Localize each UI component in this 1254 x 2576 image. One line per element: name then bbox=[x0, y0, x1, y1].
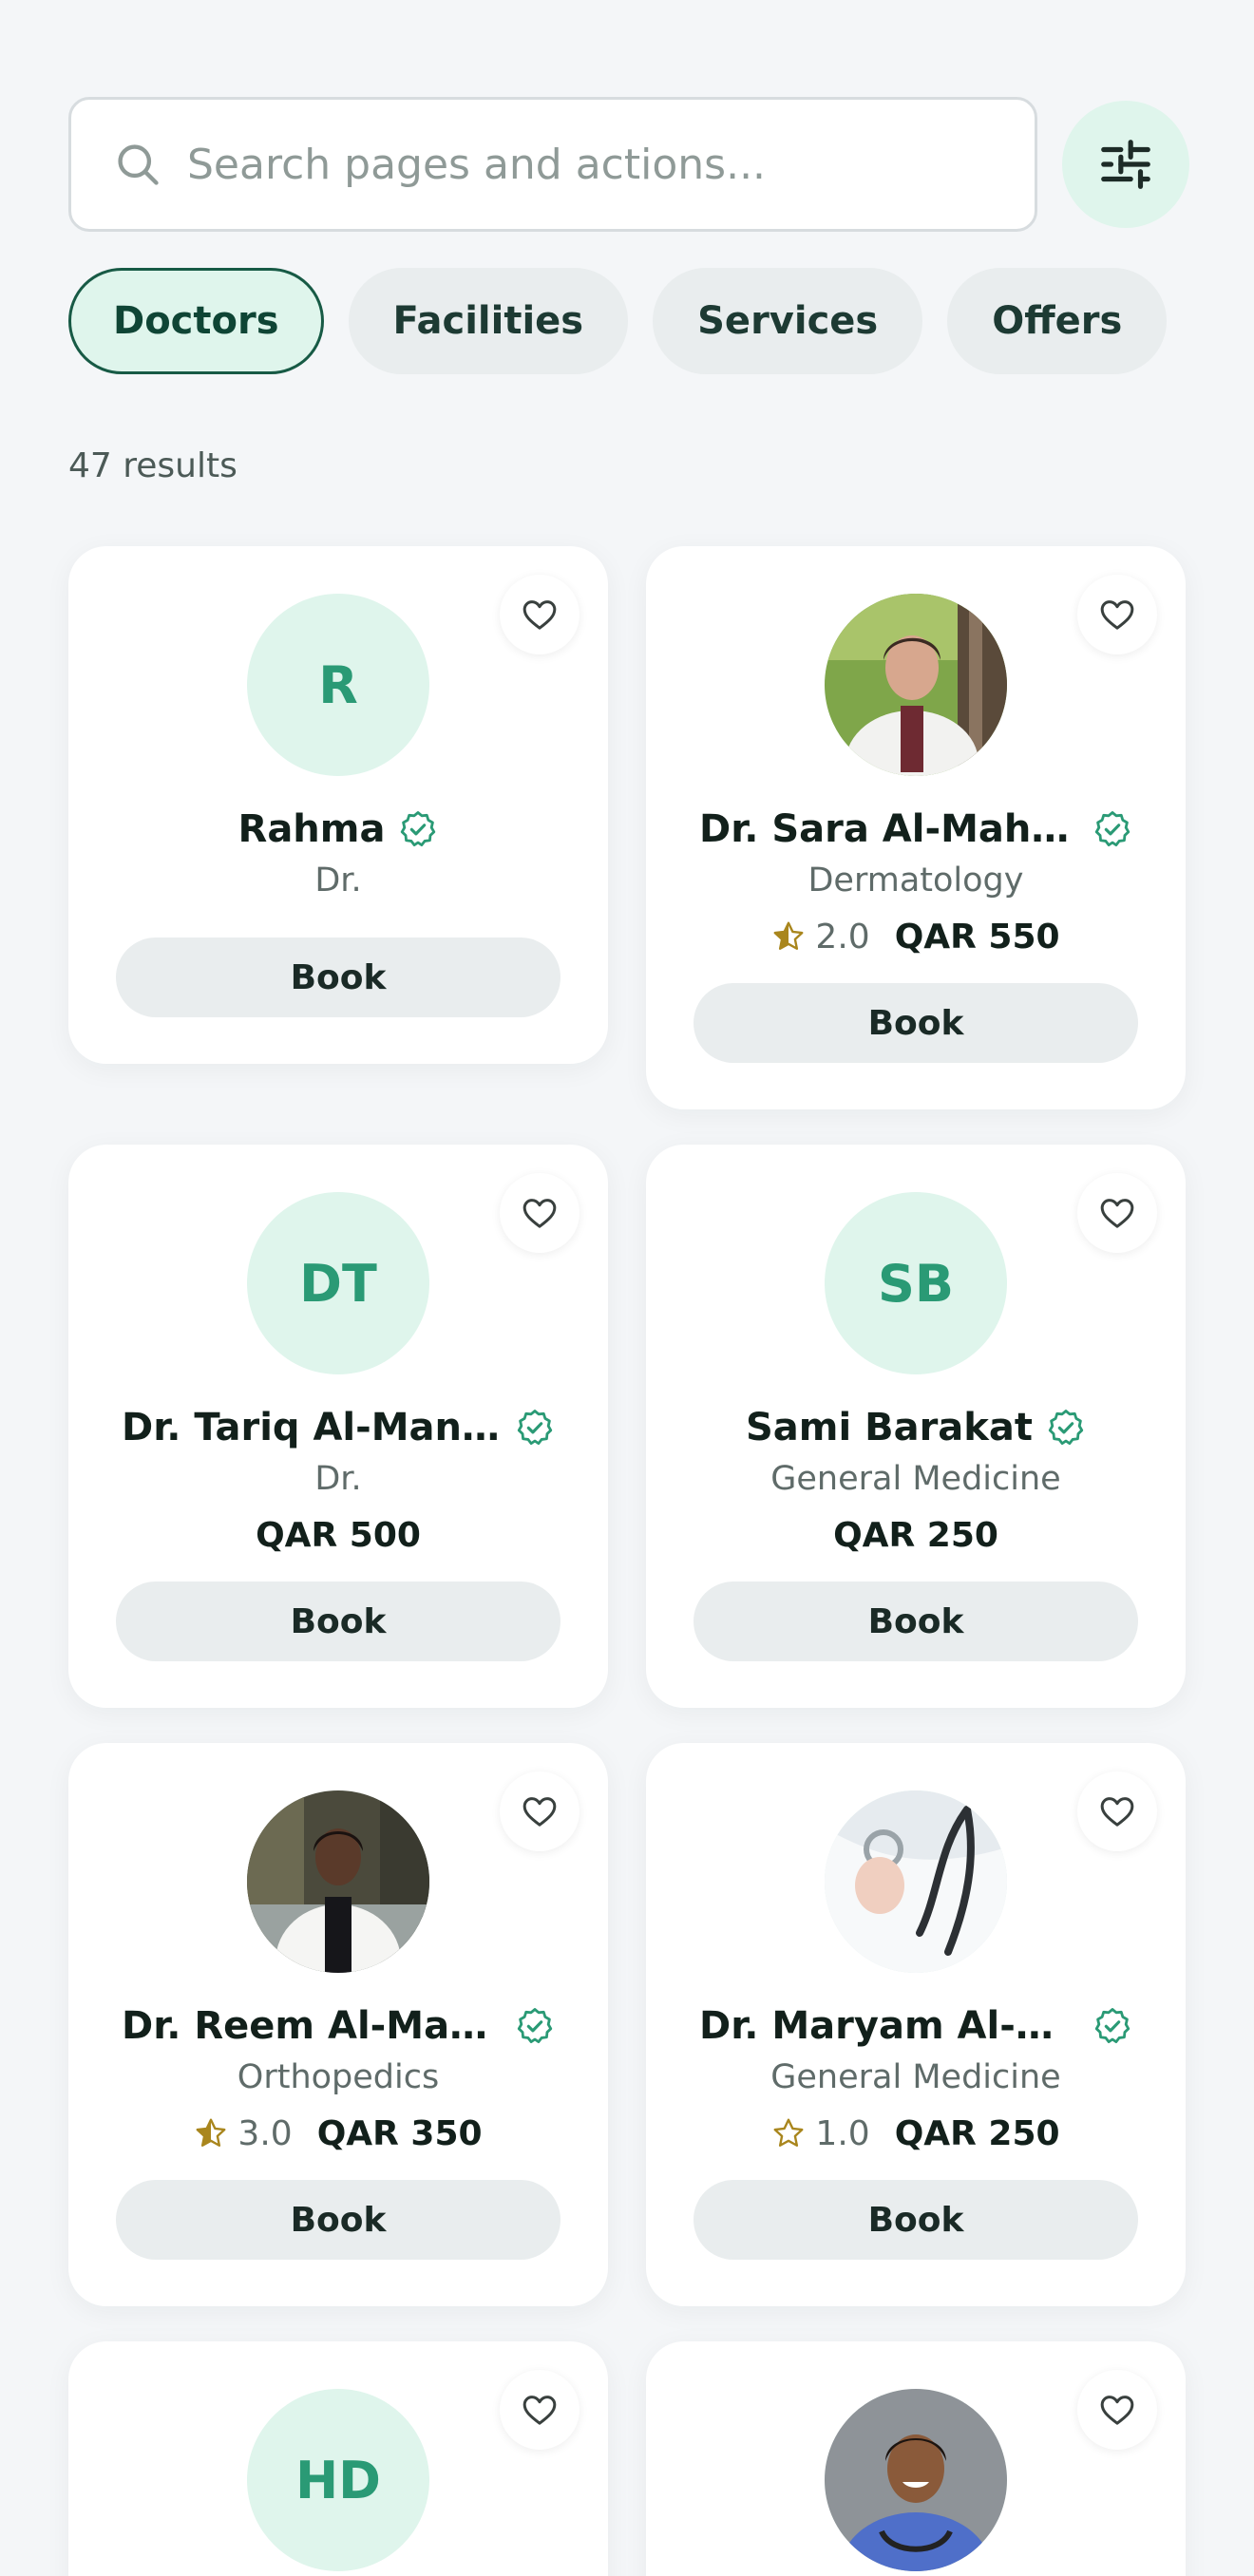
doctor-rating: 3.0 bbox=[238, 2113, 293, 2153]
doctor-card[interactable]: Dr. Sara Al-Mahm... Dermatology 2.0 QAR … bbox=[646, 546, 1186, 1109]
doctor-name: Rahma bbox=[238, 807, 386, 851]
doctor-photo bbox=[825, 594, 1007, 776]
search-icon bbox=[118, 144, 159, 185]
tab-offers[interactable]: Offers bbox=[947, 268, 1168, 374]
star-icon bbox=[196, 2118, 226, 2147]
verified-check-icon bbox=[517, 2008, 553, 2044]
tab-facilities[interactable]: Facilities bbox=[348, 268, 629, 374]
avatar-photo bbox=[825, 1790, 1007, 1973]
avatar: SB bbox=[825, 1192, 1007, 1374]
doctor-rating: 1.0 bbox=[815, 2113, 870, 2153]
doctor-card[interactable] bbox=[646, 2341, 1186, 2576]
verified-check-icon bbox=[1094, 811, 1130, 847]
sliders-icon bbox=[1101, 140, 1150, 189]
star-icon bbox=[773, 921, 804, 950]
top-bar bbox=[68, 97, 1189, 232]
avatar: R bbox=[247, 594, 429, 776]
filter-button[interactable] bbox=[1062, 101, 1189, 228]
doctor-name: Dr. Reem Al-Mannai bbox=[122, 2004, 502, 2048]
heart-icon bbox=[1100, 600, 1134, 630]
doctor-price: QAR 550 bbox=[894, 917, 1060, 957]
name-row: Dr. Tariq Al-Mans... bbox=[68, 1399, 608, 1456]
tab-services[interactable]: Services bbox=[653, 268, 923, 374]
category-tabs: Doctors Facilities Services Offers bbox=[68, 268, 1168, 374]
favorite-button[interactable] bbox=[500, 2370, 580, 2450]
name-row: Rahma bbox=[68, 801, 608, 858]
doctor-price: QAR 250 bbox=[894, 2113, 1060, 2153]
doctor-card[interactable]: Dr. Maryam Al-Att... General Medicine 1.… bbox=[646, 1743, 1186, 2306]
heart-icon bbox=[1100, 2396, 1134, 2425]
heart-icon bbox=[1100, 1797, 1134, 1827]
doctor-name: Dr. Maryam Al-Att... bbox=[699, 2004, 1079, 2048]
doctor-photo bbox=[825, 2389, 1007, 2571]
name-row: Dr. Reem Al-Mannai bbox=[68, 1998, 608, 2055]
favorite-button[interactable] bbox=[1077, 2370, 1157, 2450]
doctor-specialty: Orthopedics bbox=[237, 2058, 440, 2096]
doctor-specialty: Dermatology bbox=[808, 862, 1024, 900]
doctor-specialty: General Medicine bbox=[770, 2058, 1061, 2096]
book-button[interactable]: Book bbox=[694, 1582, 1138, 1661]
doctor-specialty: Dr. bbox=[314, 862, 362, 900]
doctor-specialty: Dr. bbox=[314, 1460, 362, 1498]
doctor-photo bbox=[247, 1790, 429, 1973]
heart-icon bbox=[522, 600, 557, 630]
favorite-button[interactable] bbox=[1077, 1771, 1157, 1851]
doctor-price: QAR 350 bbox=[316, 2113, 483, 2153]
book-button[interactable]: Book bbox=[116, 1582, 560, 1661]
avatar: HD bbox=[247, 2389, 429, 2571]
book-button[interactable]: Book bbox=[116, 938, 560, 1017]
tab-doctors[interactable]: Doctors bbox=[68, 268, 324, 374]
doctor-name: Dr. Tariq Al-Mans... bbox=[122, 1406, 502, 1449]
favorite-button[interactable] bbox=[1077, 575, 1157, 654]
avatar-photo bbox=[247, 1790, 429, 1973]
book-button[interactable]: Book bbox=[116, 2180, 560, 2260]
name-row: Sami Barakat bbox=[646, 1399, 1186, 1456]
verified-check-icon bbox=[401, 811, 436, 847]
doctor-card[interactable]: R Rahma Dr. Book bbox=[68, 546, 608, 1064]
heart-icon bbox=[522, 1199, 557, 1228]
doctor-name: Sami Barakat bbox=[745, 1406, 1034, 1449]
doctor-meta: 3.0 QAR 350 bbox=[68, 2110, 608, 2157]
book-button[interactable]: Book bbox=[694, 2180, 1138, 2260]
heart-icon bbox=[522, 1797, 557, 1827]
results-count: 47 results bbox=[68, 446, 238, 485]
doctor-photo bbox=[825, 1790, 1007, 1973]
book-button[interactable]: Book bbox=[694, 983, 1138, 1063]
star-icon bbox=[773, 2118, 804, 2147]
search-input[interactable] bbox=[187, 140, 1004, 189]
doctor-card[interactable]: DT Dr. Tariq Al-Mans... Dr. QAR 500 Book bbox=[68, 1145, 608, 1708]
doctor-card[interactable]: Dr. Reem Al-Mannai Orthopedics 3.0 QAR 3… bbox=[68, 1743, 608, 2306]
verified-check-icon bbox=[517, 1410, 553, 1446]
favorite-button[interactable] bbox=[500, 575, 580, 654]
name-row: Dr. Maryam Al-Att... bbox=[646, 1998, 1186, 2055]
doctor-price: QAR 250 bbox=[833, 1515, 998, 1555]
doctor-price: QAR 500 bbox=[256, 1515, 421, 1555]
doctor-meta: 1.0 QAR 250 bbox=[646, 2110, 1186, 2157]
heart-icon bbox=[1100, 1199, 1134, 1228]
verified-check-icon bbox=[1094, 2008, 1130, 2044]
doctor-card[interactable]: HD bbox=[68, 2341, 608, 2576]
doctor-meta: 2.0 QAR 550 bbox=[646, 913, 1186, 960]
doctor-name: Dr. Sara Al-Mahm... bbox=[699, 807, 1079, 851]
avatar-photo bbox=[825, 594, 1007, 776]
doctor-rating: 2.0 bbox=[815, 917, 870, 957]
avatar-photo bbox=[825, 2389, 1007, 2571]
favorite-button[interactable] bbox=[500, 1771, 580, 1851]
heart-icon bbox=[522, 2396, 557, 2425]
favorite-button[interactable] bbox=[500, 1173, 580, 1253]
name-row: Dr. Sara Al-Mahm... bbox=[646, 801, 1186, 858]
doctor-meta: QAR 250 bbox=[646, 1511, 1186, 1559]
avatar: DT bbox=[247, 1192, 429, 1374]
doctor-specialty: General Medicine bbox=[770, 1460, 1061, 1498]
doctor-card[interactable]: SB Sami Barakat General Medicine QAR 250… bbox=[646, 1145, 1186, 1708]
doctor-meta: QAR 500 bbox=[68, 1511, 608, 1559]
verified-check-icon bbox=[1048, 1410, 1084, 1446]
favorite-button[interactable] bbox=[1077, 1173, 1157, 1253]
search-box[interactable] bbox=[68, 97, 1037, 232]
